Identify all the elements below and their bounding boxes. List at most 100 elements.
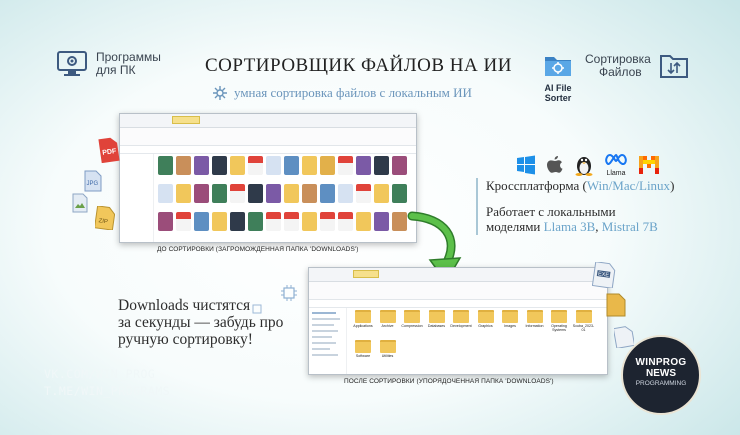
folder-item[interactable]: Applications: [351, 310, 375, 328]
folder-thumbnail[interactable]: [302, 156, 317, 175]
image-thumbnail[interactable]: [176, 156, 191, 175]
image-thumbnail[interactable]: [194, 156, 209, 175]
pdf-file-icon: PDF: [98, 137, 120, 168]
vk-link[interactable]: VK.COM/WIN_PROG: [44, 366, 170, 383]
llama-label: Llama: [606, 170, 626, 177]
image-thumbnail[interactable]: [212, 184, 227, 203]
programs-for-pc: Программы для ПК: [56, 50, 161, 78]
image-thumbnail[interactable]: [374, 212, 389, 231]
features-block: Кроссплатформа (Win/Mac/Linux) Работает …: [476, 178, 674, 235]
image-thumbnail[interactable]: [392, 184, 407, 203]
badge-line2: NEWS: [646, 368, 676, 379]
folder-item[interactable]: Operating Systems: [547, 310, 571, 332]
folder-item[interactable]: Scuba_2023-01: [572, 310, 596, 332]
folder-thumbnail[interactable]: [230, 156, 245, 175]
local-models-line1: Работает с локальными: [486, 204, 616, 219]
folder-icon: [355, 340, 371, 353]
image-thumbnail[interactable]: [194, 212, 209, 231]
folder-thumbnail[interactable]: [374, 184, 389, 203]
folder-thumbnail[interactable]: [212, 212, 227, 231]
folder-icon: [526, 310, 543, 323]
image-thumbnail[interactable]: [158, 212, 173, 231]
image-file-icon: [72, 193, 88, 218]
folder-item[interactable]: Databases: [425, 310, 449, 328]
image-thumbnail[interactable]: [320, 184, 335, 203]
subtitle: умная сортировка файлов с локальным ИИ: [212, 85, 472, 101]
cross-prefix: Кроссплатформа (: [486, 178, 587, 193]
mistral-icon: [639, 155, 659, 174]
address-bar[interactable]: [120, 146, 416, 154]
pdf-thumbnail[interactable]: [248, 156, 263, 175]
folder-item[interactable]: Software: [351, 340, 375, 358]
image-thumbnail[interactable]: [374, 156, 389, 175]
apple-icon: [547, 155, 563, 173]
folder-item[interactable]: Development: [449, 310, 473, 328]
pdf-thumbnail[interactable]: [338, 156, 353, 175]
folder-thumbnail[interactable]: [302, 212, 317, 231]
svg-text:JPG: JPG: [87, 181, 99, 187]
organized-folder-grid: Applications Archive Compression Databases D…: [351, 310, 607, 374]
description-line3: ручную сортировку!: [118, 331, 253, 348]
pdf-thumbnail[interactable]: [176, 212, 191, 231]
folder-label: Applications: [353, 324, 373, 328]
badge-line1: WINPROG: [635, 357, 687, 368]
folder-thumbnail[interactable]: [284, 184, 299, 203]
folder-thumbnail[interactable]: [176, 184, 191, 203]
ribbon-tab-downloads-after[interactable]: [353, 270, 379, 278]
ribbon-tab-downloads[interactable]: [172, 116, 200, 124]
image-thumbnail[interactable]: [158, 156, 173, 175]
image-thumbnail[interactable]: [320, 156, 335, 175]
image-thumbnail[interactable]: [356, 156, 371, 175]
folder-ai-icon: [545, 57, 571, 76]
folder-icon: [355, 310, 371, 323]
image-thumbnail[interactable]: [392, 156, 407, 175]
pdf-thumbnail[interactable]: [230, 184, 245, 203]
cross-os-list: Win/Mac/Linux: [586, 178, 671, 193]
image-thumbnail[interactable]: [266, 156, 281, 175]
ribbon-toolbar-after: [309, 282, 607, 300]
linux-icon: [575, 156, 593, 176]
folder-icon: [477, 310, 494, 323]
windows-icon: [517, 155, 535, 174]
image-thumbnail[interactable]: [338, 184, 353, 203]
chip-icon: [280, 284, 298, 307]
address-bar-after[interactable]: [309, 300, 607, 308]
before-caption: ДО СОРТИРОВКИ (ЗАГРОМОЖДЕННАЯ ПАПКА 'DOW…: [157, 246, 359, 253]
image-thumbnail[interactable]: [230, 212, 245, 231]
image-thumbnail[interactable]: [266, 184, 281, 203]
folder-label: Scuba_2023-01: [572, 324, 595, 332]
image-thumbnail[interactable]: [248, 212, 263, 231]
folder-thumbnail[interactable]: [356, 212, 371, 231]
folder-label: Operating Systems: [551, 324, 567, 332]
folder-icon: [379, 340, 396, 353]
folder-icon: [551, 310, 567, 323]
pdf-thumbnail[interactable]: [266, 212, 281, 231]
pdf-thumbnail[interactable]: [284, 212, 299, 231]
folder-item[interactable]: Graphics: [474, 310, 498, 328]
logo-line2: Sorter: [544, 93, 572, 103]
badge-line3: PROGRAMMING: [635, 380, 687, 387]
folder-item[interactable]: Information: [523, 310, 547, 328]
programs-label: Программы для ПК: [96, 51, 161, 77]
folder-label: Images: [504, 324, 516, 328]
image-thumbnail[interactable]: [194, 184, 209, 203]
cross-platform-line: Кроссплатформа (Win/Mac/Linux): [486, 178, 674, 194]
zip-file-icon: ZIP: [93, 205, 116, 235]
pdf-thumbnail[interactable]: [320, 212, 335, 231]
folder-item[interactable]: Images: [498, 310, 522, 328]
file-sorting-label-group: Сортировка Файлов: [585, 52, 689, 80]
image-thumbnail[interactable]: [158, 184, 173, 203]
pdf-thumbnail[interactable]: [338, 212, 353, 231]
image-thumbnail[interactable]: [212, 156, 227, 175]
folder-label: Graphics: [478, 324, 493, 328]
telegram-link[interactable]: T.ME/WIN_PROGRAMS: [44, 383, 170, 400]
image-thumbnail[interactable]: [248, 184, 263, 203]
meta-infinity-icon: [605, 153, 627, 166]
folder-item[interactable]: Compression: [400, 310, 424, 328]
explorer-window-before: [119, 113, 417, 243]
folder-item[interactable]: Archive: [376, 310, 400, 328]
image-thumbnail[interactable]: [302, 184, 317, 203]
pdf-thumbnail[interactable]: [356, 184, 371, 203]
folder-item[interactable]: Utilities: [376, 340, 400, 358]
image-thumbnail[interactable]: [284, 156, 299, 175]
